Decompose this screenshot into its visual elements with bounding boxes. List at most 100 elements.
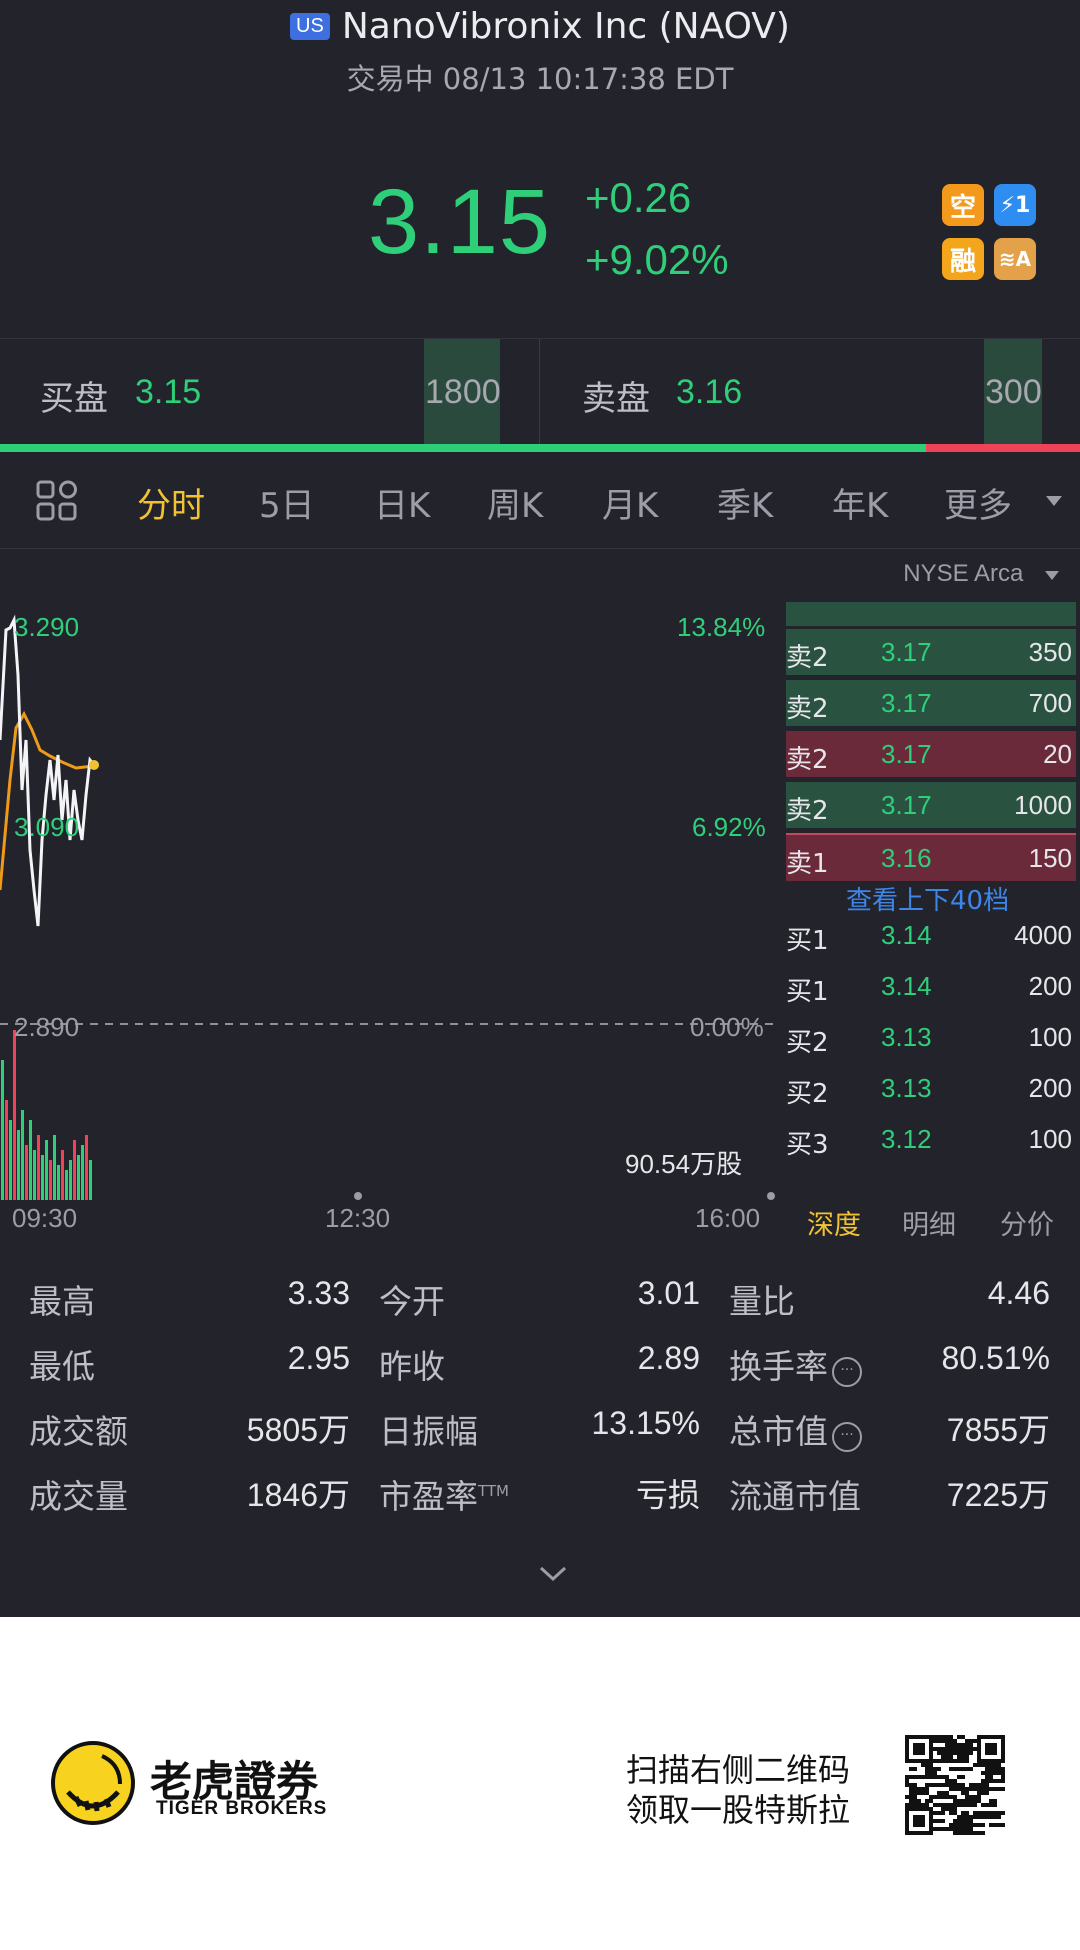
bid-row-label: 买1 <box>786 926 829 956</box>
time-mid: 12:30 <box>325 1203 391 1233</box>
expand-chevron-icon[interactable] <box>538 1565 568 1583</box>
bid-row: 买2 3.13 100 <box>786 1014 1076 1060</box>
chart-mid-price: 3.090 <box>14 812 80 842</box>
stat-label-market-cap[interactable]: 总市值 ··· <box>729 1405 862 1453</box>
tab-more[interactable]: 更多 <box>944 478 1012 527</box>
bid-row-volume: 200 <box>1028 1073 1072 1103</box>
stat-label-turnover[interactable]: 换手率 ··· <box>729 1340 862 1388</box>
bid-row-label: 买2 <box>786 1079 829 1109</box>
stats-grid: 最高 3.33 今开 3.01 量比 4.46 最低 2.95 昨收 2.89 … <box>0 1265 1080 1565</box>
bid-row-price: 3.14 <box>881 971 932 1001</box>
tab-weekly-k[interactable]: 周K <box>487 478 543 527</box>
bid-row: 买3 3.12 100 <box>786 1116 1076 1162</box>
price-change: +0.26 <box>585 174 692 221</box>
bid-ask-divider <box>539 339 540 445</box>
bid-row: 买2 3.13 200 <box>786 1065 1076 1111</box>
ask-row-price: 3.17 <box>881 637 932 667</box>
stat-label: 最低 <box>29 1347 95 1386</box>
tab-depth[interactable]: 深度 <box>807 1203 861 1242</box>
price-line <box>0 614 96 927</box>
brand-name-en: TIGER BROKERS <box>156 1798 328 1819</box>
time-open: 09:30 <box>12 1203 78 1233</box>
margin-icon[interactable]: 融 <box>942 238 984 280</box>
stat-label: 成交额 <box>29 1412 128 1451</box>
time-close: 16:00 <box>695 1203 761 1233</box>
tab-monthly-k[interactable]: 月K <box>602 478 658 527</box>
ask-row-label: 卖2 <box>786 694 829 724</box>
bid-price: 3.15 <box>135 373 202 411</box>
stat-value: 4.46 <box>987 1275 1050 1311</box>
midday-marker <box>354 1192 362 1200</box>
margin-icon-label: 融 <box>949 246 976 277</box>
ask-row: 卖1 3.16 150 <box>786 833 1076 881</box>
ask-row-volume: 350 <box>1028 637 1072 667</box>
more-dropdown-icon[interactable] <box>1045 494 1063 508</box>
tab-quarterly-k[interactable]: 季K <box>717 478 773 527</box>
pe-ttm-suffix: TTM <box>478 1482 510 1500</box>
short-icon[interactable]: 空 <box>942 184 984 226</box>
chart-high-pct: 13.84% <box>677 612 766 642</box>
stat-value: 1846万 <box>246 1477 350 1513</box>
ask-row-partial <box>786 602 1076 626</box>
stat-label: 市盈率 <box>379 1477 478 1516</box>
ask-row-price: 3.17 <box>881 790 932 820</box>
bid-ratio-bar <box>0 444 926 452</box>
ask-row: 卖2 3.17 350 <box>786 629 1076 675</box>
stat-value: 2.89 <box>637 1340 700 1376</box>
intraday-chart[interactable] <box>0 590 780 1200</box>
ask-label: 卖盘 <box>582 379 650 419</box>
stat-value: 80.51% <box>941 1340 1050 1376</box>
chart-base-price: 2.890 <box>14 1012 80 1042</box>
stat-label: 日振幅 <box>379 1412 478 1451</box>
ask-ratio-bar <box>926 444 1080 452</box>
ask-row-label: 卖2 <box>786 745 829 775</box>
exchange-selector[interactable]: NYSE Arca <box>903 560 1060 588</box>
tab-price-distribution[interactable]: 分价 <box>1000 1203 1054 1242</box>
bid-volume: 1800 <box>425 373 501 411</box>
volume-bars <box>1 1030 92 1200</box>
stat-label: 今开 <box>379 1282 445 1321</box>
stat-label-pe: 市盈率TTM <box>379 1470 509 1518</box>
bid-label: 买盘 <box>40 379 108 419</box>
ask-row-label: 卖2 <box>786 796 829 826</box>
tab-daily-k[interactable]: 日K <box>374 478 430 527</box>
stat-label: 最高 <box>29 1282 95 1321</box>
ask-row-volume: 20 <box>1043 739 1072 769</box>
chart-base-pct: 0.00% <box>690 1012 764 1042</box>
ask-row: 卖2 3.17 20 <box>786 731 1076 777</box>
bid-row-price: 3.13 <box>881 1073 932 1103</box>
lightning-icon[interactable]: ⚡1 <box>994 184 1036 226</box>
ask-row-label: 卖2 <box>786 643 829 673</box>
ask-row: 卖2 3.17 700 <box>786 680 1076 726</box>
bid-row-volume: 200 <box>1028 971 1072 1001</box>
stock-name: NanoVibronix Inc (NAOV) <box>341 6 790 47</box>
bid-row-label: 买2 <box>786 1028 829 1058</box>
ask-price: 3.16 <box>676 373 743 411</box>
bid-row: 买1 3.14 4000 <box>786 912 1076 958</box>
stat-value: 2.95 <box>287 1340 350 1376</box>
bid-row-label: 买3 <box>786 1130 829 1160</box>
stat-label: 总市值 <box>729 1412 828 1451</box>
bid-ask-bar[interactable]: 买盘 3.15 1800 卖盘 3.16 300 <box>0 338 1080 445</box>
tab-details[interactable]: 明细 <box>902 1203 956 1242</box>
stat-label: 量比 <box>729 1282 795 1321</box>
stat-value: 3.33 <box>287 1275 350 1311</box>
layers-icon[interactable]: ≋A <box>994 238 1036 280</box>
more-info-icon[interactable]: ··· <box>832 1357 862 1387</box>
tab-5day[interactable]: 5日 <box>259 478 315 527</box>
ask-row-price: 3.17 <box>881 739 932 769</box>
tab-yearly-k[interactable]: 年K <box>832 478 888 527</box>
exchange-label: NYSE Arca <box>903 560 1024 587</box>
current-price-dot <box>89 760 99 770</box>
stat-label: 换手率 <box>729 1347 828 1386</box>
bid-row-volume: 100 <box>1028 1022 1072 1052</box>
tab-intraday[interactable]: 分时 <box>137 478 205 527</box>
more-info-icon[interactable]: ··· <box>832 1422 862 1452</box>
ask-volume: 300 <box>985 373 1042 411</box>
stat-value: 7855万 <box>946 1412 1050 1448</box>
volume-total: 90.54万股 <box>625 1149 743 1179</box>
bid-row-price: 3.14 <box>881 920 932 950</box>
grid-icon[interactable] <box>36 480 78 522</box>
ask-row-price: 3.16 <box>881 843 932 873</box>
tiger-logo-icon <box>51 1741 135 1825</box>
